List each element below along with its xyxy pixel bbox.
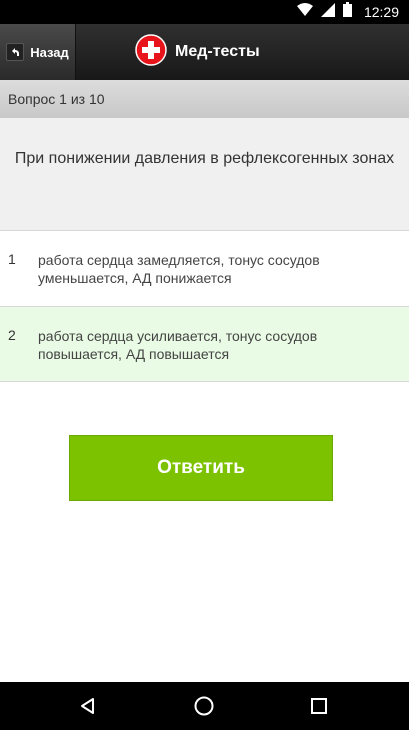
home-circle-icon[interactable] — [192, 694, 216, 718]
red-cross-icon — [135, 33, 167, 71]
wifi-icon — [296, 2, 313, 22]
back-triangle-icon[interactable] — [76, 694, 100, 718]
question-text: При понижении давления в рефлексогенных … — [14, 150, 395, 167]
question-panel: При понижении давления в рефлексогенных … — [0, 118, 409, 230]
cellular-signal-icon — [320, 2, 335, 22]
recents-square-icon[interactable] — [307, 694, 331, 718]
status-icons: 12:29 — [296, 0, 399, 24]
answer-option-2[interactable]: 2 работа сердца усиливается, тонус сосуд… — [0, 306, 409, 382]
back-button-label: Назад — [30, 44, 69, 60]
answer-option-1[interactable]: 1 работа сердца замедляется, тонус сосуд… — [0, 230, 409, 306]
answer-text: работа сердца замедляется, тонус сосудов… — [38, 252, 320, 286]
answer-number: 1 — [8, 251, 16, 267]
answers-list: 1 работа сердца замедляется, тонус сосуд… — [0, 230, 409, 382]
answer-text: работа сердца усиливается, тонус сосудов… — [38, 328, 318, 362]
app-title-group: Мед-тесты — [135, 33, 260, 71]
answer-number: 2 — [8, 327, 16, 343]
back-button[interactable]: Назад — [0, 24, 76, 80]
status-time: 12:29 — [363, 4, 399, 20]
question-progress-label: Вопрос 1 из 10 — [8, 91, 105, 107]
app-title: Мед-тесты — [175, 43, 260, 60]
question-progress: Вопрос 1 из 10 — [0, 80, 409, 118]
navigation-bar — [0, 682, 409, 730]
submit-answer-button[interactable]: Ответить — [69, 435, 333, 501]
app-bar: Назад Мед-тесты — [0, 24, 409, 80]
status-bar: 12:29 — [0, 0, 409, 24]
undo-arrow-icon — [6, 43, 25, 61]
battery-icon — [342, 2, 352, 22]
